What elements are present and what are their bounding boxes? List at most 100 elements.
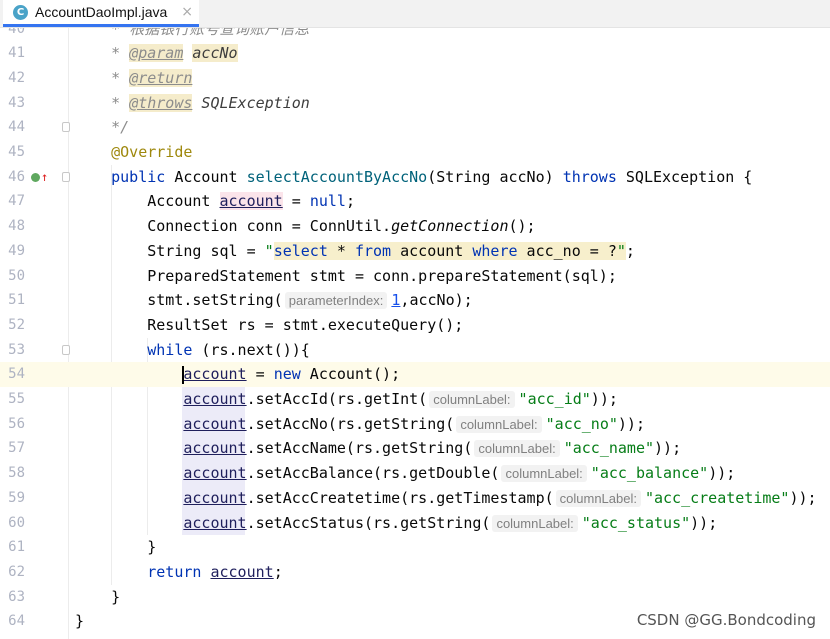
implements-method-icon[interactable]: ↑: [31, 165, 48, 190]
code-token: ;: [273, 562, 283, 581]
code-token: .setAccStatus(rs.getString(: [246, 513, 491, 532]
fold-icon[interactable]: [62, 171, 70, 182]
code-token: ));: [617, 414, 645, 433]
code-line[interactable]: 62 return account;: [0, 560, 830, 585]
code-token: =: [282, 192, 310, 211]
code-line[interactable]: 54 account = new Account();: [0, 362, 830, 387]
line-number: 53: [8, 341, 25, 358]
code-line[interactable]: 60 account.setAccStatus(rs.getString(col…: [0, 511, 830, 536]
line-number: 54: [8, 366, 25, 383]
code-text: * @throws SQLException: [75, 91, 310, 116]
code-line[interactable]: 50 PreparedStatement stmt = conn.prepare…: [0, 264, 830, 289]
code-line[interactable]: 55 account.setAccId(rs.getInt(columnLabe…: [0, 387, 830, 412]
code-token: 根据银行账号查询账户信息: [129, 28, 310, 38]
code-line[interactable]: 44 */: [0, 115, 830, 140]
code-token: *: [75, 44, 130, 63]
code-line[interactable]: 61 }: [0, 535, 830, 560]
code-token: Account: [165, 167, 247, 186]
code-token: account: [219, 192, 283, 211]
code-editor[interactable]: 40 * 根据银行账号查询账户信息 41 * @param accNo 42 * @…: [0, 28, 830, 639]
fold-icon[interactable]: [62, 122, 70, 133]
code-token: }: [75, 612, 85, 631]
code-token: while: [147, 340, 193, 359]
watermark: CSDN @GG.Bondcoding: [636, 611, 816, 629]
code-token: *: [75, 28, 130, 38]
code-text: account.setAccName(rs.getString(columnLa…: [75, 436, 681, 462]
code-token: new: [273, 365, 301, 384]
code-token: ": [616, 241, 626, 260]
code-token: *: [327, 241, 355, 260]
text-caret: [182, 365, 184, 384]
code-token: null: [309, 192, 346, 211]
code-text: account.setAccBalance(rs.getDouble(colum…: [75, 461, 735, 487]
code-text: ResultSet rs = stmt.executeQuery();: [75, 313, 463, 338]
code-line[interactable]: 41 * @param accNo: [0, 41, 830, 66]
fold-icon[interactable]: [62, 344, 70, 355]
code-line[interactable]: 51 stmt.setString(parameterIndex: 1,accNo…: [0, 288, 830, 313]
code-token: "acc_id": [518, 390, 591, 408]
line-number: 49: [8, 242, 25, 259]
line-number: 48: [8, 218, 25, 235]
line-number: 58: [8, 465, 25, 482]
code-line[interactable]: 59 account.setAccCreatetime(rs.getTimest…: [0, 486, 830, 511]
code-text: while (rs.next()){: [75, 338, 310, 363]
code-line[interactable]: 56 account.setAccNo(rs.getString(columnL…: [0, 412, 830, 437]
code-line[interactable]: 52 ResultSet rs = stmt.executeQuery();: [0, 313, 830, 338]
code-token: ));: [708, 464, 736, 483]
code-line[interactable]: 42 * @return: [0, 66, 830, 91]
code-line[interactable]: 45 @Override: [0, 140, 830, 165]
code-line[interactable]: 46 ↑ public Account selectAccountByAccNo(…: [0, 165, 830, 190]
code-line[interactable]: 48 Connection conn = ConnUtil.getConnect…: [0, 214, 830, 239]
code-token: PreparedStatement stmt = conn.prepareSta…: [75, 266, 617, 285]
code-line[interactable]: 57 account.setAccName(rs.getString(colum…: [0, 436, 830, 461]
code-token: from: [354, 241, 392, 260]
code-token: @param: [129, 44, 184, 63]
code-text: @Override: [75, 140, 192, 165]
code-token: ": [264, 241, 274, 260]
line-number: 56: [8, 415, 25, 432]
code-token: ));: [789, 488, 817, 507]
tab-accountdaoimpl[interactable]: C AccountDaoImpl.java ×: [3, 0, 199, 27]
line-number: 46: [8, 168, 25, 185]
code-line[interactable]: 47 Account account = null;: [0, 189, 830, 214]
java-class-icon: C: [13, 4, 28, 20]
code-line[interactable]: 53 while (rs.next()){: [0, 338, 830, 363]
line-number: 59: [8, 489, 25, 506]
code-text: }: [75, 609, 84, 634]
code-token: account: [183, 439, 247, 458]
code-line[interactable]: 40 * 根据银行账号查询账户信息: [0, 28, 830, 41]
line-number: 63: [8, 588, 25, 605]
code-token: ));: [590, 390, 618, 408]
close-icon[interactable]: ×: [181, 4, 193, 20]
code-text: */: [75, 115, 129, 140]
code-token: */: [75, 118, 130, 137]
parameter-hint: columnLabel:: [456, 415, 542, 433]
code-token: Account();: [300, 365, 401, 384]
code-text: }: [75, 585, 120, 610]
code-token: select: [273, 241, 328, 260]
code-line[interactable]: 58 account.setAccBalance(rs.getDouble(co…: [0, 461, 830, 486]
line-number: 52: [8, 316, 25, 333]
parameter-hint: columnLabel:: [429, 391, 515, 408]
code-token: accNo: [192, 44, 238, 63]
code-token: @return: [129, 68, 193, 87]
code-text: account.setAccNo(rs.getString(columnLabe…: [75, 412, 645, 438]
code-line[interactable]: 49 String sql = "select * from account w…: [0, 239, 830, 264]
line-number: 44: [8, 119, 25, 136]
code-token: account: [183, 488, 247, 507]
code-line[interactable]: 63 }: [0, 585, 830, 610]
code-line[interactable]: 43 * @throws SQLException: [0, 91, 830, 116]
code-token: account: [210, 562, 274, 581]
parameter-hint: columnLabel:: [474, 440, 560, 458]
code-token: account: [183, 365, 247, 384]
line-number: 55: [8, 391, 25, 407]
code-text: public Account selectAccountByAccNo(Stri…: [75, 165, 752, 190]
code-text: Account account = null;: [75, 189, 355, 214]
code-text: Connection conn = ConnUtil.getConnection…: [75, 214, 535, 239]
